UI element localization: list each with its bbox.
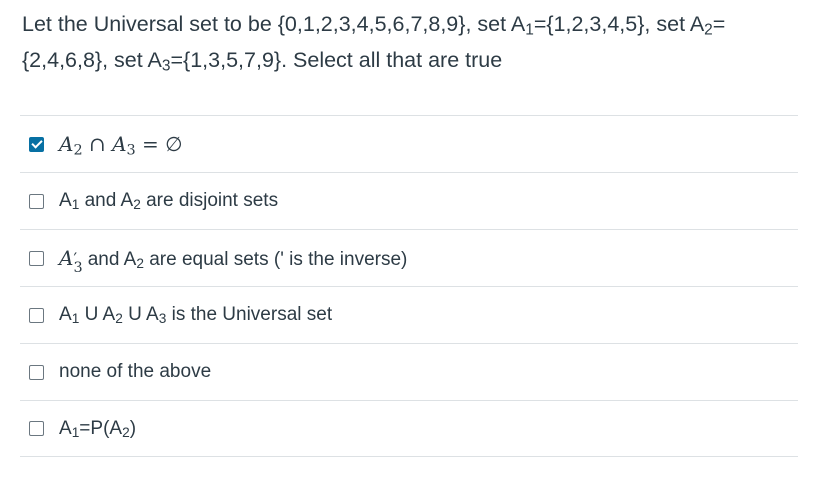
question-text: Let the Universal set to be {0,1,2,3,4,5… [22,6,802,78]
option-text-part: =P(A [79,417,123,439]
option-text-part: A [59,190,72,211]
question-sub: 1 [525,21,534,39]
question-sub: 2 [704,21,713,39]
math-symbol: A [59,132,74,156]
option-label: A1=P(A2) [59,418,136,440]
math-operator: = ∅ [135,132,183,156]
option-text-part: U A [79,304,116,325]
math-sub: 3 [126,142,136,159]
checkbox-icon[interactable] [29,307,44,323]
option-text-part: A [59,304,72,325]
math-symbol: A [59,245,74,270]
option-text-part: U A [122,304,159,325]
option-text-part: and A [79,190,134,211]
option-4[interactable]: A1 U A2 U A3 is the Universal set [20,286,798,343]
option-label: A1 U A2 U A3 is the Universal set [59,304,332,326]
math-operator: ∩ [82,132,113,156]
option-text-part: A [59,417,72,439]
math-sub: 2 [73,142,83,159]
math-expression: A ′ 3 [59,245,83,277]
option-text-part: ) [129,417,137,439]
option-1[interactable]: A2 ∩ A3 = ∅ [20,115,798,172]
checkbox-icon[interactable] [29,250,44,266]
option-sub: 2 [133,197,141,212]
option-text-part: are equal sets (' is the inverse) [143,248,408,270]
option-label: A ′ 3 and A2 are equal sets (' is the inve… [59,245,408,277]
option-2[interactable]: A1 and A2 are disjoint sets [20,172,798,229]
option-text-part: is the Universal set [166,304,333,325]
question-part: ={1,3,5,7,9}. Select all that are true [170,48,503,72]
checkbox-icon[interactable] [29,421,44,436]
option-sub: 2 [136,255,144,271]
question-part: ={1,2,3,4,5}, set A [533,12,705,36]
option-label: A2 ∩ A3 = ∅ [59,132,183,159]
math-symbol: A [112,132,127,156]
option-5[interactable]: none of the above [20,343,798,400]
checkbox-checked-icon[interactable] [29,136,44,152]
option-label: none of the above [59,361,212,382]
option-3[interactable]: A ′ 3 and A2 are equal sets (' is the inve… [20,229,798,286]
answer-options: A2 ∩ A3 = ∅ A1 and A2 are disjoint sets … [20,115,798,457]
option-text-part: and A [82,248,137,270]
option-sub: 2 [122,424,130,440]
checkbox-icon[interactable] [29,364,44,380]
option-sub: 2 [115,311,123,326]
checkbox-icon[interactable] [29,193,44,209]
option-text-part: are disjoint sets [140,190,279,211]
option-label: A1 and A2 are disjoint sets [59,190,278,212]
question-part: Let the Universal set to be {0,1,2,3,4,5… [22,12,526,36]
option-6[interactable]: A1=P(A2) [20,400,798,457]
